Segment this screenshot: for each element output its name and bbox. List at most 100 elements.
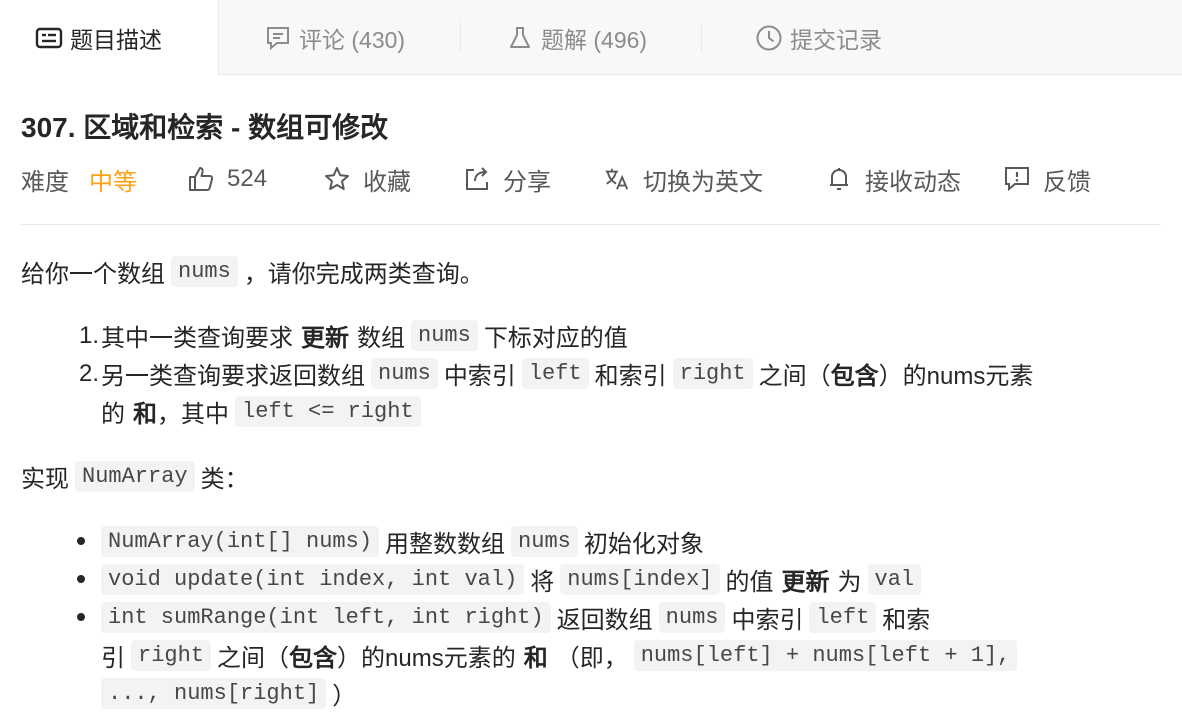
text: 类： [200,465,249,493]
like-button[interactable]: 524 [187,162,267,196]
tab-solutions[interactable]: 题解 (496) [505,0,647,75]
inline-code: nums [171,255,238,287]
feedback-icon [1003,165,1031,193]
difficulty-label: 难度 [21,168,69,196]
inline-code: nums [511,525,578,557]
list-number: 2. [78,360,99,387]
inline-code: nums[index] [560,563,720,595]
text: 实现 [21,465,69,493]
text: ）的nums元素 [878,362,1034,390]
inline-code: nums [371,357,438,389]
text: ，请你完成两类查询。 [243,260,484,288]
feedback-label: 反馈 [1043,168,1091,196]
favorite-button[interactable]: 收藏 [323,162,411,196]
like-count: 524 [227,165,268,192]
text: 下标对应的值 [483,324,628,352]
text: ，其中 [157,400,229,428]
list-item-continuation: ..., nums[right] ） [95,674,356,712]
list-bullet [77,537,85,545]
switch-language-label: 切换为英文 [643,168,763,196]
problem-title: 307. 区域和检索 - 数组可修改 [21,112,389,143]
document-icon [34,23,64,53]
text: 之间（ [758,362,831,390]
inline-code: right [672,357,753,389]
clock-icon [754,23,784,53]
text: 另一类查询要求返回数组 [101,362,365,390]
text: 返回数组 [556,606,653,634]
feedback-button[interactable]: 反馈 [1003,162,1091,196]
tab-comments[interactable]: 评论 (430) [263,0,405,75]
bold-text: 和 [133,400,157,428]
list-number: 1. [78,322,99,349]
text: ）的nums元素的 [337,644,516,672]
inline-code: nums [658,601,726,633]
text: 的 [101,400,125,428]
bell-icon [825,165,853,193]
list-item: int sumRange(int left, int right) 返回数组 n… [95,598,930,636]
share-icon [463,165,491,193]
text: 给你一个数组 [21,260,165,288]
text: 中索引 [443,362,516,390]
inline-code: nums [411,319,478,351]
tab-bar: 题目描述 评论 (430) 题解 (496) 提交记录 [0,0,1182,76]
implement-paragraph: 实现 NumArray 类： [21,457,249,495]
tab-comments-label: 评论 (430) [299,26,406,53]
tab-solutions-label: 题解 (496) [541,26,648,53]
subscribe-button[interactable]: 接收动态 [825,162,961,196]
text: 用整数数组 [385,530,506,558]
comment-icon [263,23,293,53]
text: 中索引 [731,606,804,634]
bold-text: 包含 [289,644,338,672]
favorite-label: 收藏 [363,168,411,196]
text: 数组 [357,324,405,352]
bold-text: 和 [523,644,548,672]
list-item: 另一类查询要求返回数组 nums 中索引 left 和索引 right 之间（ … [101,354,1033,392]
text: 和索引 [594,362,667,390]
translate-icon [603,165,631,193]
star-icon [323,165,351,193]
inline-code: void update(int index, int val) [101,563,525,595]
tab-separator [701,22,702,52]
inline-code: val [867,563,922,595]
text: 引 [101,644,125,672]
inline-code: ..., nums[right] [101,677,327,709]
inline-code: NumArray [75,460,195,492]
text: 将 [530,568,555,596]
inline-code: nums[left] + nums[left + 1], [633,639,1018,671]
difficulty-badge: 中等 [89,168,137,196]
text: 之间（ [217,644,290,672]
inline-code: NumArray(int[] nums) [101,525,380,557]
subscribe-label: 接收动态 [865,168,961,196]
tab-submissions-label: 提交记录 [790,26,882,53]
list-item: void update(int index, int val) 将 nums[i… [95,560,927,598]
divider [21,224,1161,225]
inline-code: left <= right [235,395,421,427]
flask-icon [505,23,535,53]
list-bullet [77,575,85,583]
list-bullet [77,613,85,621]
tab-description-label: 题目描述 [70,27,162,53]
text: （即， [555,644,628,672]
share-label: 分享 [503,168,551,196]
inline-code: int sumRange(int left, int right) [101,601,551,633]
list-item: NumArray(int[] nums) 用整数数组 nums 初始化对象 [95,522,704,560]
tab-submissions[interactable]: 提交记录 [754,0,882,75]
switch-language-button[interactable]: 切换为英文 [603,162,763,196]
list-item-continuation: 引 right 之间（ 包含 ）的nums元素的 和 （即， nums[left… [101,636,1023,674]
thumbs-up-icon [187,165,215,193]
inline-code: left [521,357,589,389]
list-item: 其中一类查询要求 更新 数组 nums 下标对应的值 [101,316,628,354]
list-item-continuation: 的 和 ，其中 left <= right [101,392,427,430]
text: 初始化对象 [583,530,704,558]
bold-text: 更新 [301,324,349,352]
text: 的值 [725,568,774,596]
text: 为 [837,568,862,596]
intro-paragraph: 给你一个数组 nums ，请你完成两类查询。 [21,252,484,290]
text: 和索 [882,606,931,634]
inline-code: left [809,601,877,633]
text: ） [332,682,357,710]
tab-description[interactable]: 题目描述 [0,0,219,76]
text: 其中一类查询要求 [101,324,293,352]
bold-text: 更新 [781,568,830,596]
share-button[interactable]: 分享 [463,162,551,196]
